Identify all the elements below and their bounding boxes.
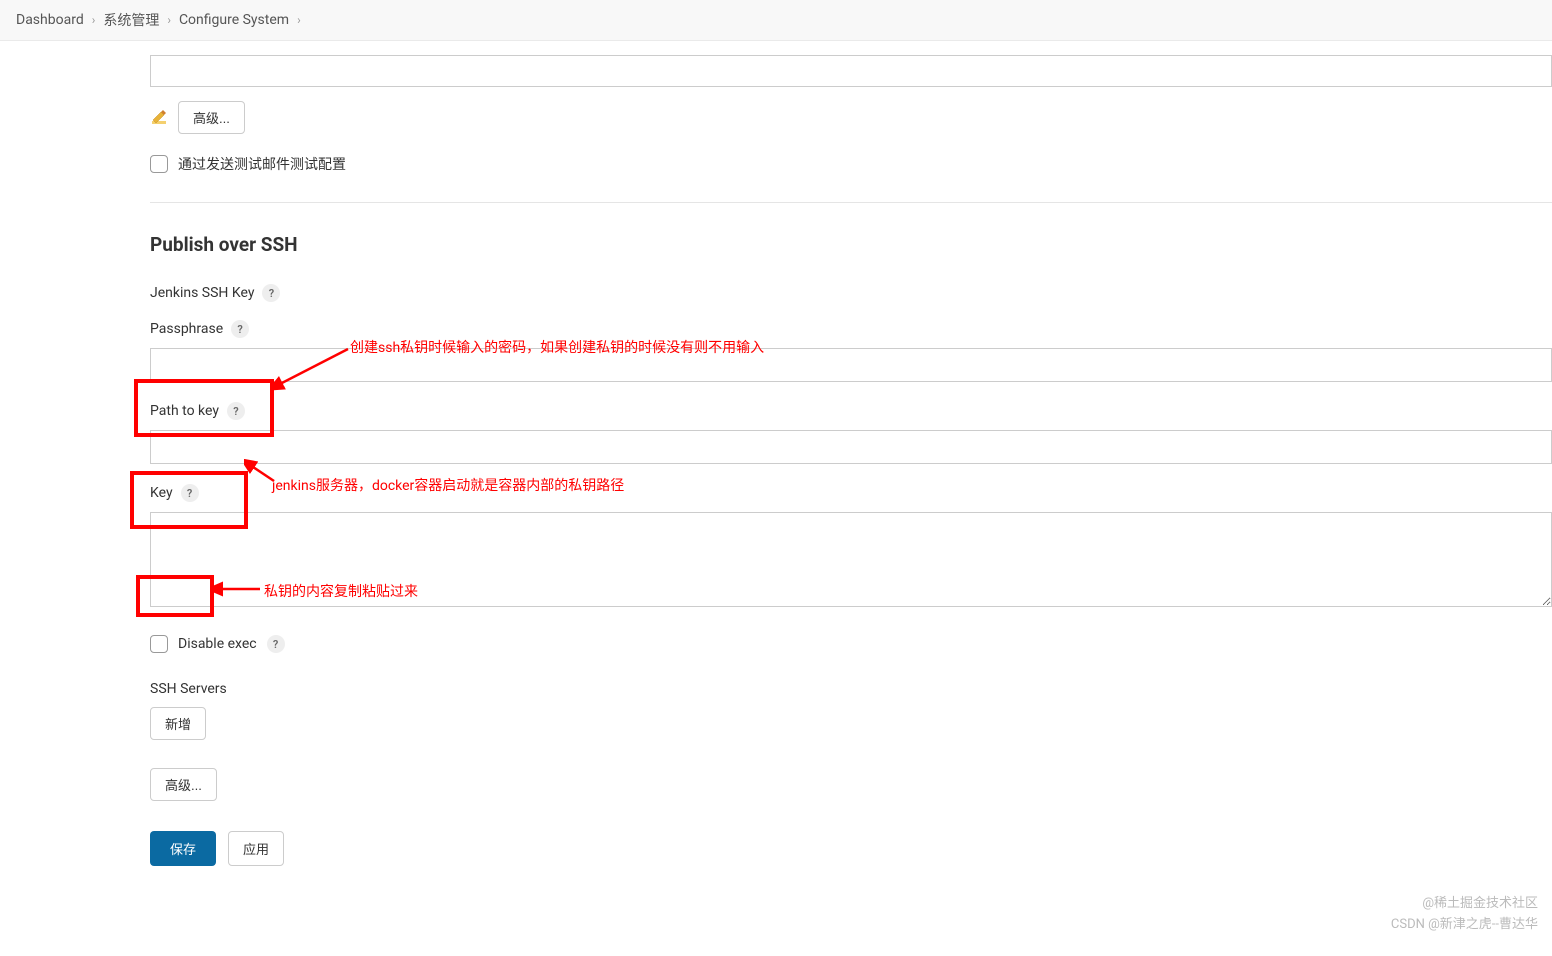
chevron-right-icon: › [92, 13, 96, 27]
passphrase-label: Passphrase [150, 321, 223, 337]
watermark: @稀土掘金技术社区 CSDN @新津之虎--曹达华 [1391, 894, 1538, 936]
annotation-passphrase: 创建ssh私钥时候输入的密码，如果创建私钥的时候没有则不用输入 [350, 337, 764, 357]
help-icon[interactable]: ? [181, 484, 199, 502]
breadcrumb: Dashboard › 系统管理 › Configure System › [0, 0, 1552, 41]
test-email-label: 通过发送测试邮件测试配置 [178, 154, 346, 174]
annotation-path: jenkins服务器，docker容器启动就是容器内部的私钥路径 [272, 475, 624, 495]
annotation-key: 私钥的内容复制粘贴过来 [264, 581, 418, 601]
ssh-servers-label: SSH Servers [150, 681, 227, 697]
chevron-right-icon: › [297, 13, 301, 27]
help-icon[interactable]: ? [231, 320, 249, 338]
breadcrumb-system-manage[interactable]: 系统管理 [103, 10, 159, 30]
disable-exec-label: Disable exec [178, 636, 257, 652]
path-to-key-label: Path to key [150, 403, 219, 419]
ssh-section-title: Publish over SSH [150, 233, 1552, 256]
help-icon[interactable]: ? [267, 635, 285, 653]
advanced-button-top[interactable]: 高级... [178, 101, 245, 134]
chevron-right-icon: › [167, 13, 171, 27]
edit-icon [150, 109, 168, 127]
save-button[interactable]: 保存 [150, 831, 216, 866]
advanced-button-ssh[interactable]: 高级... [150, 768, 217, 801]
path-to-key-input[interactable] [150, 430, 1552, 464]
test-email-checkbox[interactable] [150, 155, 168, 173]
breadcrumb-configure-system[interactable]: Configure System [179, 12, 289, 28]
jenkins-ssh-key-label: Jenkins SSH Key [150, 285, 254, 301]
help-icon[interactable]: ? [227, 402, 245, 420]
apply-button[interactable]: 应用 [228, 831, 284, 866]
help-icon[interactable]: ? [262, 284, 280, 302]
watermark-line2: CSDN @新津之虎--曹达华 [1391, 915, 1538, 936]
top-config-input[interactable] [150, 55, 1552, 87]
breadcrumb-dashboard[interactable]: Dashboard [16, 12, 84, 28]
section-divider [150, 202, 1552, 203]
key-label: Key [150, 485, 173, 501]
disable-exec-checkbox[interactable] [150, 635, 168, 653]
watermark-line1: @稀土掘金技术社区 [1391, 894, 1538, 915]
add-ssh-server-button[interactable]: 新增 [150, 707, 206, 740]
